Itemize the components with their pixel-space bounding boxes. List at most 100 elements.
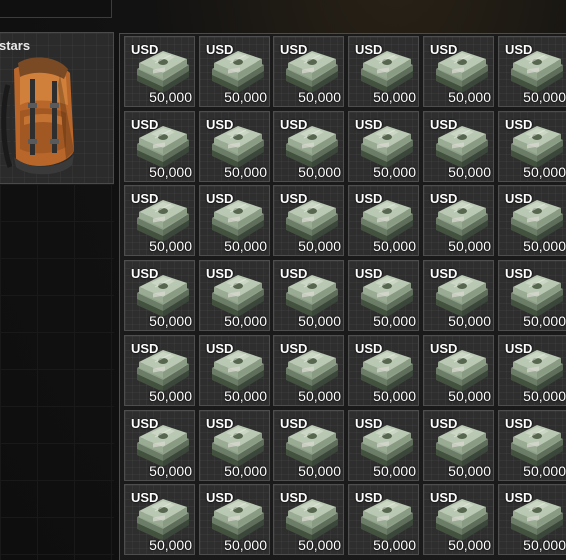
cash-item[interactable]: USD 50,000 [199,111,270,182]
stack-amount: 50,000 [523,313,566,329]
currency-label: USD [505,117,533,132]
stack-amount: 50,000 [224,89,267,105]
cash-item[interactable]: USD 50,000 [498,484,566,555]
currency-label: USD [280,416,308,431]
cash-item[interactable]: USD 50,000 [273,185,344,256]
stack-amount: 50,000 [149,313,192,329]
cash-item[interactable]: USD 50,000 [124,410,195,481]
cash-item[interactable]: USD 50,000 [498,260,566,331]
cash-item[interactable]: USD 50,000 [423,36,494,107]
stack-amount: 50,000 [523,89,566,105]
currency-label: USD [131,490,159,505]
currency-label: USD [355,490,383,505]
cash-item[interactable]: USD 50,000 [124,185,195,256]
cash-item[interactable]: USD 50,000 [199,185,270,256]
cash-item[interactable]: USD 50,000 [199,335,270,406]
stack-amount: 50,000 [224,463,267,479]
currency-label: USD [206,117,234,132]
cash-item[interactable]: USD 50,000 [124,36,195,107]
stack-amount: 50,000 [448,164,491,180]
cash-item[interactable]: USD 50,000 [348,484,419,555]
stack-amount: 50,000 [373,164,416,180]
currency-label: USD [355,266,383,281]
stack-amount: 50,000 [448,388,491,404]
stack-amount: 50,000 [373,463,416,479]
cash-item[interactable]: USD 50,000 [273,484,344,555]
inventory-screen: stars USD 50,000 USD 50,000 USD 50,000 U… [0,0,566,560]
currency-label: USD [505,42,533,57]
currency-label: USD [430,117,458,132]
currency-label: USD [206,191,234,206]
cash-item[interactable]: USD 50,000 [273,260,344,331]
currency-label: USD [505,266,533,281]
stack-amount: 50,000 [448,463,491,479]
cash-item[interactable]: USD 50,000 [498,36,566,107]
cash-item[interactable]: USD 50,000 [423,410,494,481]
cash-item[interactable]: USD 50,000 [273,36,344,107]
currency-label: USD [430,266,458,281]
cash-item[interactable]: USD 50,000 [348,111,419,182]
stack-amount: 50,000 [149,537,192,553]
cash-item[interactable]: USD 50,000 [348,185,419,256]
stack-amount: 50,000 [149,463,192,479]
currency-label: USD [430,191,458,206]
stash-grid: USD 50,000 USD 50,000 USD 50,000 USD 50,… [119,33,566,560]
cash-item[interactable]: USD 50,000 [498,335,566,406]
cash-item[interactable]: USD 50,000 [124,484,195,555]
currency-label: USD [355,117,383,132]
stack-amount: 50,000 [448,313,491,329]
currency-label: USD [430,416,458,431]
stack-amount: 50,000 [224,537,267,553]
currency-label: USD [131,42,159,57]
stack-amount: 50,000 [149,238,192,254]
cash-item[interactable]: USD 50,000 [498,111,566,182]
container-grid-background [0,184,114,560]
cash-item[interactable]: USD 50,000 [273,410,344,481]
backpack-slot[interactable]: stars [0,32,114,184]
cash-item[interactable]: USD 50,000 [273,335,344,406]
currency-label: USD [131,341,159,356]
currency-label: USD [280,117,308,132]
stack-amount: 50,000 [373,89,416,105]
currency-label: USD [280,42,308,57]
stack-amount: 50,000 [298,238,341,254]
cash-item[interactable]: USD 50,000 [423,185,494,256]
cash-item[interactable]: USD 50,000 [199,260,270,331]
cash-item[interactable]: USD 50,000 [199,484,270,555]
cash-item[interactable]: USD 50,000 [498,410,566,481]
currency-label: USD [131,266,159,281]
stack-amount: 50,000 [149,388,192,404]
cash-item[interactable]: USD 50,000 [423,335,494,406]
currency-label: USD [131,117,159,132]
cash-item[interactable]: USD 50,000 [498,185,566,256]
stack-amount: 50,000 [224,238,267,254]
cash-item[interactable]: USD 50,000 [124,260,195,331]
currency-label: USD [505,191,533,206]
stack-amount: 50,000 [298,537,341,553]
currency-label: USD [355,341,383,356]
cash-item[interactable]: USD 50,000 [348,36,419,107]
cash-item[interactable]: USD 50,000 [199,410,270,481]
stack-amount: 50,000 [373,313,416,329]
currency-label: USD [131,416,159,431]
currency-label: USD [206,42,234,57]
currency-label: USD [206,416,234,431]
cash-item[interactable]: USD 50,000 [124,335,195,406]
currency-label: USD [430,490,458,505]
currency-label: USD [355,42,383,57]
cash-item[interactable]: USD 50,000 [124,111,195,182]
cash-item[interactable]: USD 50,000 [273,111,344,182]
cash-item[interactable]: USD 50,000 [348,260,419,331]
cash-item[interactable]: USD 50,000 [423,111,494,182]
stack-amount: 50,000 [373,537,416,553]
stack-amount: 50,000 [448,537,491,553]
cash-item[interactable]: USD 50,000 [348,335,419,406]
cash-item[interactable]: USD 50,000 [423,484,494,555]
stack-amount: 50,000 [224,164,267,180]
orange-backpack-icon [1,57,74,175]
cash-item[interactable]: USD 50,000 [199,36,270,107]
cash-item[interactable]: USD 50,000 [423,260,494,331]
stack-amount: 50,000 [224,388,267,404]
stack-amount: 50,000 [298,313,341,329]
cash-item[interactable]: USD 50,000 [348,410,419,481]
